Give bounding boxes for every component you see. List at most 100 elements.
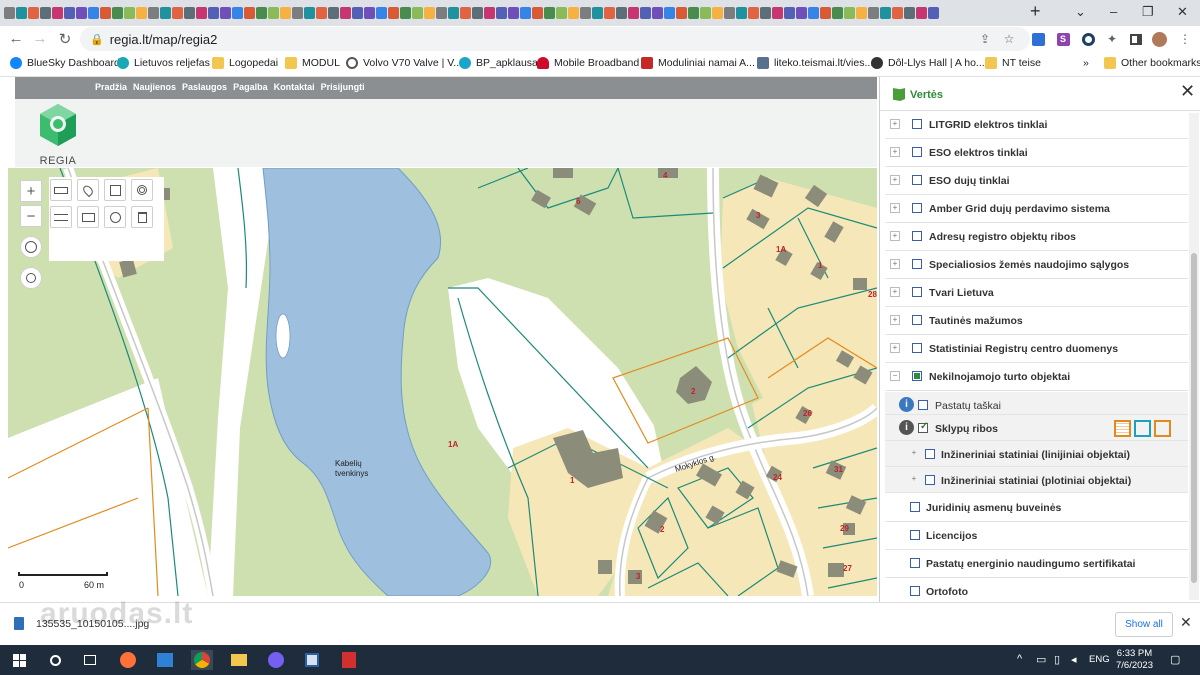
tab-favicon-icon[interactable] [256, 7, 267, 19]
zoom-out-button[interactable]: − [20, 205, 42, 227]
tab-favicon-icon[interactable] [676, 7, 687, 19]
clock[interactable]: 6:33 PM 7/6/2023 [1116, 648, 1153, 672]
tab-favicon-icon[interactable] [892, 7, 903, 19]
bookmark-moduliniai-namai[interactable]: Moduliniai namai A... [641, 57, 755, 69]
layer-checkbox[interactable] [910, 502, 920, 512]
tab-favicon-icon[interactable] [508, 7, 519, 19]
bookmark-bluesky[interactable]: BlueSky Dashboard [10, 57, 120, 69]
marker-tool-button[interactable] [77, 179, 99, 201]
layer-checkbox[interactable] [912, 315, 922, 325]
chrome-taskbar-button[interactable] [191, 650, 213, 670]
tab-favicon-icon[interactable] [484, 7, 495, 19]
layer-row[interactable]: + Tvari Lietuva [885, 279, 1188, 307]
close-download-bar-button[interactable]: ✕ [1180, 614, 1192, 631]
explorer-taskbar-button[interactable] [228, 650, 250, 670]
firefox-taskbar-button[interactable] [117, 650, 139, 670]
layer-row[interactable]: + ESO elektros tinklai [885, 139, 1188, 167]
layer-row[interactable]: Ortofoto [885, 578, 1188, 601]
task-view-button[interactable] [79, 650, 101, 670]
layer-checkbox[interactable]: ✓ [918, 421, 928, 433]
layer-checkbox[interactable] [910, 586, 920, 596]
tab-favicon-icon[interactable] [724, 7, 735, 19]
layer-row[interactable]: Pastatų energinio naudingumo sertifikata… [885, 550, 1188, 578]
tab-favicon-icon[interactable] [928, 7, 939, 19]
tab-favicon-icon[interactable] [820, 7, 831, 19]
layer-checkbox[interactable] [925, 475, 935, 485]
reload-button[interactable]: ↻ [52, 30, 78, 48]
layer-checkbox[interactable] [912, 119, 922, 129]
layer-checkbox[interactable] [925, 449, 935, 459]
tab-favicon-icon[interactable] [136, 7, 147, 19]
layer-checkbox[interactable] [912, 371, 922, 381]
tab-favicon-icon[interactable] [112, 7, 123, 19]
layer-row[interactable]: + Amber Grid dujų perdavimo sistema [885, 195, 1188, 223]
expand-icon[interactable]: + [890, 203, 900, 213]
profile-avatar[interactable] [1151, 31, 1167, 47]
bookmark-modul[interactable]: MODUL [285, 57, 340, 69]
s-extension-icon[interactable]: S [1055, 31, 1071, 47]
tab-favicon-icon[interactable] [184, 7, 195, 19]
back-button[interactable]: ← [3, 30, 29, 47]
expand-icon[interactable]: + [890, 287, 900, 297]
tab-favicon-icon[interactable] [424, 7, 435, 19]
tab-favicon-icon[interactable] [436, 7, 447, 19]
tab-favicon-icon[interactable] [748, 7, 759, 19]
show-all-button[interactable]: Show all [1115, 612, 1173, 637]
tab-favicon-icon[interactable] [688, 7, 699, 19]
tab-favicon-icon[interactable] [220, 7, 231, 19]
input-language[interactable]: ENG [1089, 654, 1110, 665]
tab-favicon-icon[interactable] [580, 7, 591, 19]
tab-favicon-icon[interactable] [196, 7, 207, 19]
tab-favicon-icon[interactable] [268, 7, 279, 19]
layer-checkbox[interactable] [910, 530, 920, 540]
collapse-icon[interactable]: − [890, 371, 900, 381]
layer-checkbox[interactable] [912, 287, 922, 297]
zoom-in-button[interactable]: + [20, 180, 42, 202]
tab-favicon-icon[interactable] [280, 7, 291, 19]
map-canvas[interactable]: 4 6 3 1A 1 28 2 26 1A 1 31 24 2 29 27 3 … [8, 168, 877, 596]
tab-favicon-icon[interactable] [844, 7, 855, 19]
measure-tool-button[interactable] [50, 179, 72, 201]
layer-checkbox[interactable] [912, 147, 922, 157]
tab-favicon-icon[interactable] [604, 7, 615, 19]
layer-row[interactable]: + ESO dujų tinklai [885, 167, 1188, 195]
bookmark-liteko[interactable]: liteko.teismai.lt/vies... [757, 57, 873, 69]
tab-favicon-icon[interactable] [340, 7, 351, 19]
tab-favicon-icon[interactable] [544, 7, 555, 19]
tab-favicon-icon[interactable] [4, 7, 15, 19]
tab-favicon-icon[interactable] [712, 7, 723, 19]
tab-favicon-icon[interactable] [328, 7, 339, 19]
show-hidden-icons[interactable]: ^ [1017, 653, 1022, 665]
layer-row[interactable]: − Nekilnojamojo turto objektai [885, 363, 1188, 391]
layers-tool-button[interactable] [77, 206, 99, 228]
layer-row[interactable]: + Inžineriniai statiniai (plotiniai objek… [885, 467, 1188, 493]
acrobat-taskbar-button[interactable] [338, 650, 360, 670]
translate-extension-icon[interactable] [1030, 31, 1046, 47]
area-tool-button[interactable] [50, 206, 72, 228]
tab-favicon-icon[interactable] [592, 7, 603, 19]
history-button[interactable] [20, 236, 42, 258]
layer-row[interactable]: + Inžineriniai statiniai (linijiniai obje… [885, 441, 1188, 467]
parcel-style-swatch[interactable] [1134, 420, 1151, 437]
battery-tray-icon[interactable]: ▯ [1054, 653, 1060, 666]
layer-checkbox[interactable] [912, 343, 922, 353]
tab-favicon-icon[interactable] [568, 7, 579, 19]
nav-link-pradzia[interactable]: Pradžia [95, 82, 127, 92]
minimize-button[interactable]: – [1110, 4, 1117, 19]
bookmark-logopedai[interactable]: Logopedai [212, 57, 278, 69]
tab-favicon-icon[interactable] [148, 7, 159, 19]
bookmark-volvo[interactable]: Volvo V70 Valve | V... [346, 57, 462, 69]
close-panel-button[interactable]: ✕ [1180, 81, 1195, 102]
search-tool-button[interactable] [104, 206, 126, 228]
layer-row[interactable]: + Specialiosios žemės naudojimo sąlygos [885, 251, 1188, 279]
tab-favicon-icon[interactable] [868, 7, 879, 19]
tab-favicon-icon[interactable] [124, 7, 135, 19]
tab-favicon-icon[interactable] [796, 7, 807, 19]
tab-favicon-icon[interactable] [652, 7, 663, 19]
bookmarks-overflow-button[interactable]: » [1083, 57, 1089, 69]
scrollbar-thumb[interactable] [1191, 253, 1197, 583]
tab-favicon-icon[interactable] [352, 7, 363, 19]
nav-link-paslaugos[interactable]: Paslaugos [182, 82, 227, 92]
tab-favicon-icon[interactable] [232, 7, 243, 19]
extensions-puzzle-icon[interactable]: ✦ [1104, 31, 1120, 47]
